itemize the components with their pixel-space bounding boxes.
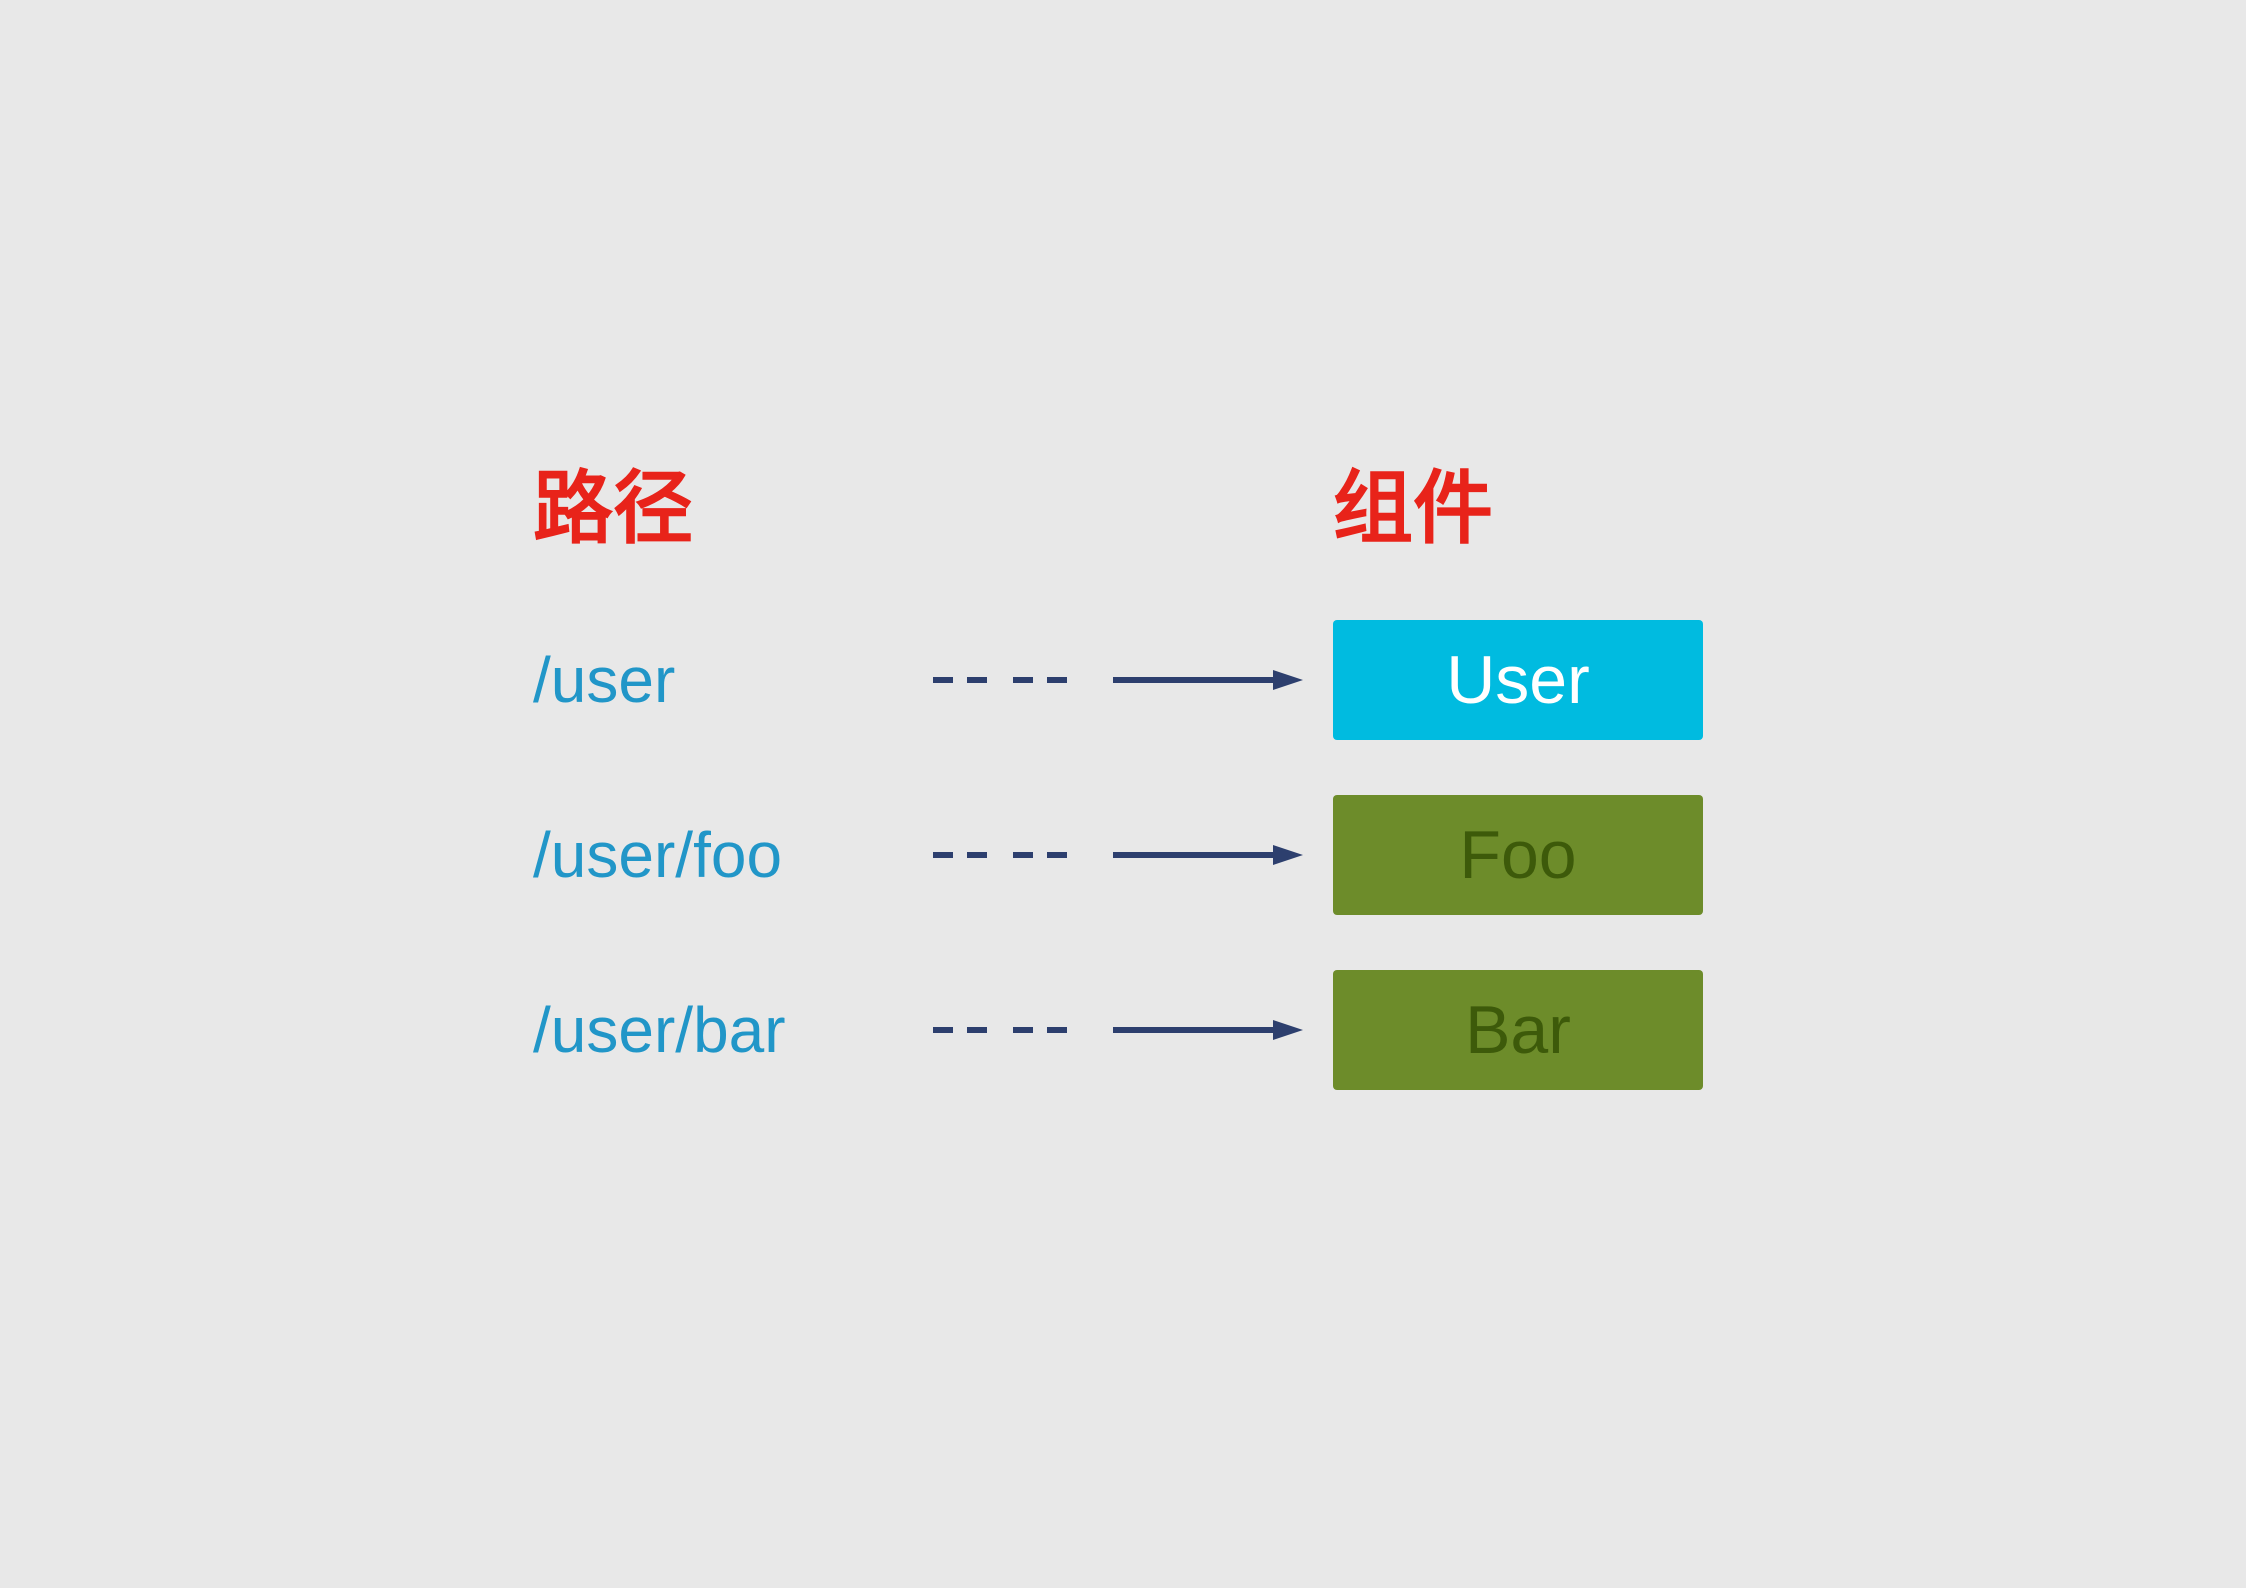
component-label-foo: Foo (1459, 816, 1576, 894)
route-path-user: /user (533, 643, 913, 717)
route-label-bar: /user/bar (533, 994, 786, 1066)
component-label-user: User (1446, 641, 1590, 719)
route-row-bar: /user/bar Bar (533, 970, 1703, 1090)
arrow-bar (913, 1010, 1333, 1050)
arrow-user (913, 660, 1333, 700)
route-row-foo: /user/foo Foo (533, 795, 1703, 915)
dashed-arrow-foo (933, 835, 1313, 875)
diagram: 路径 组件 /user User /user/foo (533, 444, 1713, 1145)
component-column-header: 组件 (1333, 444, 1713, 560)
dashed-arrow-bar (933, 1010, 1313, 1050)
arrow-foo (913, 835, 1333, 875)
route-label-foo: /user/foo (533, 819, 782, 891)
path-column-header: 路径 (533, 444, 913, 560)
dashed-arrow-user (933, 660, 1313, 700)
route-label-user: /user (533, 644, 675, 716)
component-heading: 组件 (1333, 464, 1493, 553)
route-path-bar: /user/bar (533, 993, 913, 1067)
route-path-foo: /user/foo (533, 818, 913, 892)
route-row-user: /user User (533, 620, 1703, 740)
component-box-foo: Foo (1333, 795, 1703, 915)
component-box-user: User (1333, 620, 1703, 740)
component-box-bar: Bar (1333, 970, 1703, 1090)
path-heading: 路径 (533, 464, 693, 553)
header-row: 路径 组件 (533, 444, 1713, 560)
component-label-bar: Bar (1465, 991, 1571, 1069)
